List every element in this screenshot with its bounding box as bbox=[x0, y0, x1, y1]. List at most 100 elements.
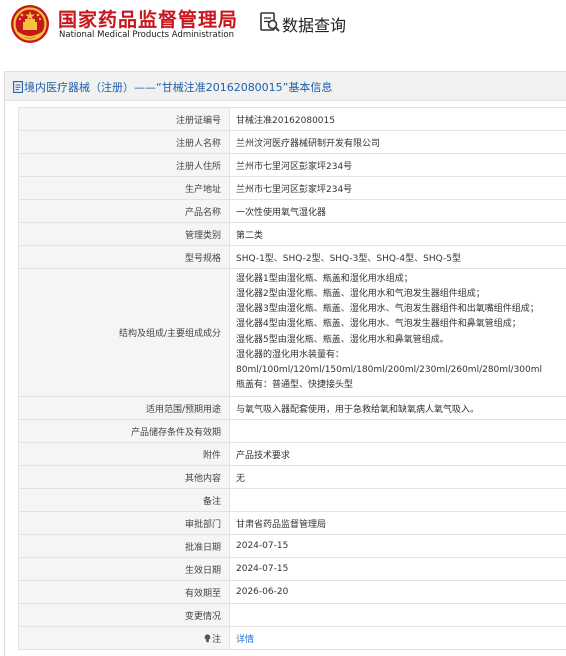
field-value-line: 瓶盖有：普通型、快捷接头型 bbox=[236, 380, 354, 391]
field-label: 注册人名称 bbox=[18, 130, 230, 154]
field-label: 产品储存条件及有效期 bbox=[18, 419, 230, 443]
field-value-multiline: 湿化器1型由湿化瓶、瓶盖和湿化用水组成； 湿化器2型由湿化瓶、瓶盖、湿化用水和气泡… bbox=[229, 268, 566, 397]
field-label-text: 备注 bbox=[202, 496, 221, 507]
field-label-text: 注册人住所 bbox=[175, 161, 221, 172]
field-value-line: 湿化器5型由湿化瓶、瓶盖、湿化用水和鼻氧管组成。 bbox=[236, 334, 449, 345]
field-value: 兰州市七里河区彭家坪234号 bbox=[229, 176, 566, 200]
field-label-text: 审批部门 bbox=[184, 519, 221, 530]
field-value bbox=[229, 488, 566, 512]
field-value-text: SHQ-1型、SHQ-2型、SHQ-3型、SHQ-4型、SHQ-5型 bbox=[236, 253, 461, 264]
org-name-cn: 国家药品监督管理局 bbox=[58, 9, 239, 31]
field-value-line: 湿化器3型由湿化瓶、瓶盖、湿化用水、气泡发生器组件和出氧嘴组件组成； bbox=[236, 304, 539, 315]
field-value-text: 2026-06-20 bbox=[236, 587, 289, 597]
field-label: 适用范围/预期用途 bbox=[18, 396, 230, 420]
field-label: 生效日期 bbox=[18, 557, 230, 581]
table-row: 生产地址 兰州市七里河区彭家坪234号 bbox=[18, 176, 566, 200]
field-value: 兰州市七里河区彭家坪234号 bbox=[229, 153, 566, 177]
table-row: 变更情况 bbox=[18, 603, 566, 627]
document-search-icon bbox=[260, 12, 280, 32]
details-link[interactable]: 详情 bbox=[236, 635, 254, 645]
field-label-text: 有效期至 bbox=[184, 588, 221, 599]
field-label: 备注 bbox=[18, 488, 230, 512]
field-label: 批准日期 bbox=[18, 534, 230, 558]
detail-panel: 境内医疗器械（注册）——“甘械注准20162080015”基本信息 注册证编号甘… bbox=[4, 71, 566, 656]
field-label-text: 型号规格 bbox=[184, 253, 221, 264]
field-value: 甘肃省药品监督管理局 bbox=[229, 511, 566, 535]
field-value: SHQ-1型、SHQ-2型、SHQ-3型、SHQ-4型、SHQ-5型 bbox=[229, 245, 566, 269]
field-label-text: 附件 bbox=[202, 450, 221, 461]
field-value-text: 兰州汶河医疗器械研制开发有限公司 bbox=[236, 138, 381, 149]
field-value-line: 湿化器1型由湿化瓶、瓶盖和湿化用水组成； bbox=[236, 273, 413, 284]
table-row: 附件 产品技术要求 bbox=[18, 442, 566, 466]
national-emblem-icon bbox=[11, 5, 49, 43]
field-value: 详情 bbox=[229, 626, 566, 650]
field-value-text: 甘械注准20162080015 bbox=[236, 115, 335, 126]
field-label: 有效期至 bbox=[18, 580, 230, 604]
table-row: 注册证编号 甘械注准20162080015 bbox=[18, 107, 566, 131]
lightbulb-icon bbox=[204, 633, 211, 642]
field-value-text: 与氧气吸入器配套使用，用于急救给氧和缺氧病人氧气吸入。 bbox=[236, 404, 480, 415]
field-value-text: 产品技术要求 bbox=[236, 450, 291, 461]
field-label: 注册证编号 bbox=[18, 107, 230, 131]
field-value-text: 2024-07-15 bbox=[236, 541, 289, 551]
field-value: 无 bbox=[229, 465, 566, 489]
field-value: 产品技术要求 bbox=[229, 442, 566, 466]
field-label-text: 变更情况 bbox=[184, 611, 221, 622]
table-row: 有效期至 2026-06-20 bbox=[18, 580, 566, 604]
field-label-text: 结构及组成/主要组成成分 bbox=[118, 329, 221, 339]
field-label: 管理类别 bbox=[18, 222, 230, 246]
field-value: 一次性使用氧气湿化器 bbox=[229, 199, 566, 223]
field-value: 甘械注准20162080015 bbox=[229, 107, 566, 131]
field-value bbox=[229, 603, 566, 627]
table-row: 适用范围/预期用途 与氧气吸入器配套使用，用于急救给氧和缺氧病人氧气吸入。 bbox=[18, 396, 566, 420]
table-row: 批准日期 2024-07-15 bbox=[18, 534, 566, 558]
field-label-text: 注 bbox=[211, 634, 221, 645]
panel-title-bar: 境内医疗器械（注册）——“甘械注准20162080015”基本信息 bbox=[5, 71, 566, 101]
field-value-line: 湿化器2型由湿化瓶、瓶盖、湿化用水和气泡发生器组件组成； bbox=[236, 288, 485, 299]
table-row: 注册人名称 兰州汶河医疗器械研制开发有限公司 bbox=[18, 130, 566, 154]
table-row: 型号规格 SHQ-1型、SHQ-2型、SHQ-3型、SHQ-4型、SHQ-5型 bbox=[18, 245, 566, 269]
field-label: 注册人住所 bbox=[18, 153, 230, 177]
table-row: 结构及组成/主要组成成分 湿化器1型由湿化瓶、瓶盖和湿化用水组成； 湿化器2型由湿化… bbox=[18, 268, 566, 397]
field-label-text: 生效日期 bbox=[184, 565, 221, 576]
table-row: 产品名称 一次性使用氧气湿化器 bbox=[18, 199, 566, 223]
site-header: 国家药品监督管理局 National Medical Products Admi… bbox=[0, 0, 566, 52]
field-value-line: 80ml/100ml/120ml/150ml/180ml/200ml/230ml… bbox=[236, 364, 543, 375]
field-value: 兰州汶河医疗器械研制开发有限公司 bbox=[229, 130, 566, 154]
table-row: 注册人住所 兰州市七里河区彭家坪234号 bbox=[18, 153, 566, 177]
table-row: 注 详情 bbox=[18, 626, 566, 650]
field-value-line: 湿化器的湿化用水装量有： bbox=[236, 349, 345, 360]
field-label: 结构及组成/主要组成成分 bbox=[18, 268, 230, 397]
field-value-text: 兰州市七里河区彭家坪234号 bbox=[236, 184, 353, 195]
field-value-text: 兰州市七里河区彭家坪234号 bbox=[236, 161, 353, 172]
field-label: 产品名称 bbox=[18, 199, 230, 223]
field-value: 2026-06-20 bbox=[229, 580, 566, 604]
field-label: 审批部门 bbox=[18, 511, 230, 535]
field-value-line: 湿化器4型由湿化瓶、瓶盖、湿化用水、气泡发生器组件和鼻氧管组成； bbox=[236, 319, 521, 330]
info-table: 注册证编号 甘械注准20162080015 注册人名称 兰州汶河医疗器械研制开发有限公… bbox=[18, 107, 566, 650]
query-title: 数据查询 bbox=[282, 16, 347, 35]
table-row: 生效日期 2024-07-15 bbox=[18, 557, 566, 581]
field-value-text: 第二类 bbox=[236, 230, 264, 241]
field-label-text: 其他内容 bbox=[184, 473, 221, 484]
field-value: 2024-07-15 bbox=[229, 557, 566, 581]
field-label: 附件 bbox=[18, 442, 230, 466]
field-value-text: 无 bbox=[236, 473, 246, 484]
field-value-text: 一次性使用氧气湿化器 bbox=[236, 207, 327, 218]
table-row: 审批部门 甘肃省药品监督管理局 bbox=[18, 511, 566, 535]
field-label-text: 适用范围/预期用途 bbox=[145, 404, 221, 415]
field-label-text: 产品储存条件及有效期 bbox=[130, 427, 221, 438]
field-label: 其他内容 bbox=[18, 465, 230, 489]
field-label-text: 注册证编号 bbox=[175, 115, 221, 126]
field-label: 注 bbox=[18, 626, 230, 650]
field-value-text: 2024-07-15 bbox=[236, 564, 289, 574]
field-label: 生产地址 bbox=[18, 176, 230, 200]
org-name-en: National Medical Products Administration bbox=[59, 30, 234, 40]
field-label: 型号规格 bbox=[18, 245, 230, 269]
field-label-text: 产品名称 bbox=[184, 207, 221, 218]
table-row: 管理类别 第二类 bbox=[18, 222, 566, 246]
field-label-text: 生产地址 bbox=[184, 184, 221, 195]
field-value: 2024-07-15 bbox=[229, 534, 566, 558]
panel-title: 境内医疗器械（注册）——“甘械注准20162080015”基本信息 bbox=[24, 81, 333, 94]
field-value-text: 甘肃省药品监督管理局 bbox=[236, 519, 327, 530]
